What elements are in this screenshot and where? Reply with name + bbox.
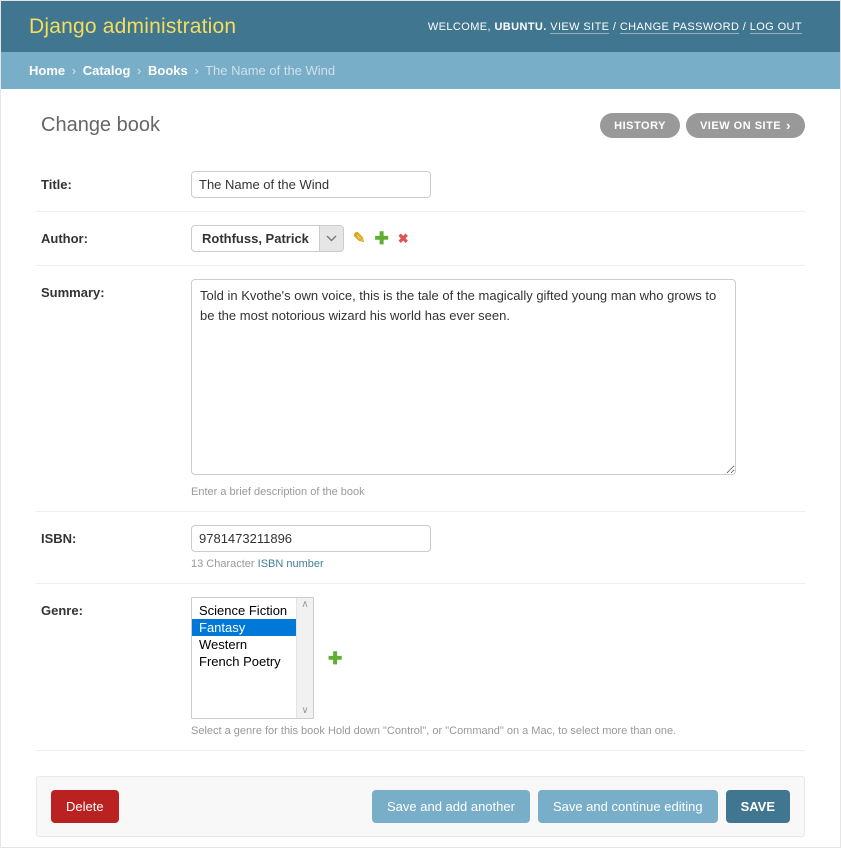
separator: / (743, 21, 750, 33)
form-row-summary: Summary: Told in Kvothe's own voice, thi… (36, 266, 805, 512)
isbn-number-link[interactable]: ISBN number (258, 558, 324, 570)
breadcrumb-current: The Name of the Wind (205, 63, 335, 78)
breadcrumb-home[interactable]: Home (29, 63, 65, 78)
listbox-scrollbar[interactable]: ∧ ∨ (296, 598, 313, 718)
username: UBUNTU. (494, 21, 546, 33)
breadcrumb: Home › Catalog › Books › The Name of the… (1, 52, 840, 89)
edit-author-icon[interactable]: ✎ (353, 231, 366, 246)
scroll-up-icon[interactable]: ∧ (301, 600, 308, 610)
change-book-form: Title: Author: Rothfuss, Patrick ✎ ✚ (36, 158, 805, 837)
breadcrumb-books[interactable]: Books (148, 63, 188, 78)
genre-option-french-poetry[interactable]: French Poetry (192, 653, 296, 670)
object-tools: HISTORY VIEW ON SITE › (600, 113, 805, 138)
genre-help-text: Select a genre for this book Hold down "… (191, 725, 805, 737)
author-select[interactable]: Rothfuss, Patrick (191, 225, 344, 252)
change-password-link[interactable]: CHANGE PASSWORD (620, 21, 739, 34)
page-title: Change book (41, 114, 160, 137)
author-label: Author: (41, 225, 191, 252)
delete-author-icon[interactable]: ✖ (398, 232, 409, 245)
chevron-down-icon (319, 226, 343, 251)
history-button-label: HISTORY (614, 120, 666, 132)
user-tools: WELCOME, UBUNTU. VIEW SITE / CHANGE PASS… (428, 21, 802, 33)
genre-option-science-fiction[interactable]: Science Fiction (192, 602, 296, 619)
isbn-label: ISBN: (41, 525, 191, 570)
isbn-help-prefix: 13 Character (191, 558, 258, 570)
breadcrumb-separator: › (69, 63, 79, 78)
isbn-help-text: 13 Character ISBN number (191, 558, 805, 570)
view-on-site-label: VIEW ON SITE (700, 120, 781, 132)
content-area: Change book HISTORY VIEW ON SITE › Title… (1, 89, 840, 837)
title-input[interactable] (191, 171, 431, 198)
scroll-down-icon[interactable]: ∨ (301, 706, 308, 716)
view-on-site-button[interactable]: VIEW ON SITE › (686, 113, 805, 138)
site-title[interactable]: Django administration (29, 15, 236, 39)
separator: / (613, 21, 620, 33)
form-row-genre: Genre: Science Fiction Fantasy Western F… (36, 584, 805, 751)
genre-label: Genre: (41, 597, 191, 737)
form-row-isbn: ISBN: 13 Character ISBN number (36, 512, 805, 584)
genre-option-western[interactable]: Western (192, 636, 296, 653)
save-button[interactable]: SAVE (726, 790, 790, 823)
chevron-right-icon: › (786, 119, 791, 132)
genre-option-fantasy[interactable]: Fantasy (192, 619, 296, 636)
summary-textarea[interactable]: Told in Kvothe's own voice, this is the … (191, 279, 736, 475)
title-label: Title: (41, 171, 191, 198)
summary-label: Summary: (41, 279, 191, 498)
form-row-author: Author: Rothfuss, Patrick ✎ ✚ ✖ (36, 212, 805, 266)
breadcrumb-catalog[interactable]: Catalog (83, 63, 131, 78)
log-out-link[interactable]: LOG OUT (750, 21, 802, 34)
add-author-icon[interactable]: ✚ (375, 230, 389, 247)
summary-help-text: Enter a brief description of the book (191, 486, 805, 498)
delete-button[interactable]: Delete (51, 790, 119, 823)
submit-row: Delete Save and add another Save and con… (36, 776, 805, 837)
breadcrumb-separator: › (134, 63, 144, 78)
add-genre-icon[interactable]: ✚ (328, 650, 342, 667)
admin-header: Django administration WELCOME, UBUNTU. V… (1, 1, 840, 52)
history-button[interactable]: HISTORY (600, 113, 680, 138)
author-select-value: Rothfuss, Patrick (192, 226, 319, 251)
genre-multiselect[interactable]: Science Fiction Fantasy Western French P… (191, 597, 314, 719)
save-and-continue-editing-button[interactable]: Save and continue editing (538, 790, 718, 823)
welcome-text: WELCOME, (428, 21, 491, 33)
form-row-title: Title: (36, 158, 805, 212)
isbn-input[interactable] (191, 525, 431, 552)
view-site-link[interactable]: VIEW SITE (550, 21, 609, 34)
save-and-add-another-button[interactable]: Save and add another (372, 790, 530, 823)
breadcrumb-separator: › (191, 63, 201, 78)
